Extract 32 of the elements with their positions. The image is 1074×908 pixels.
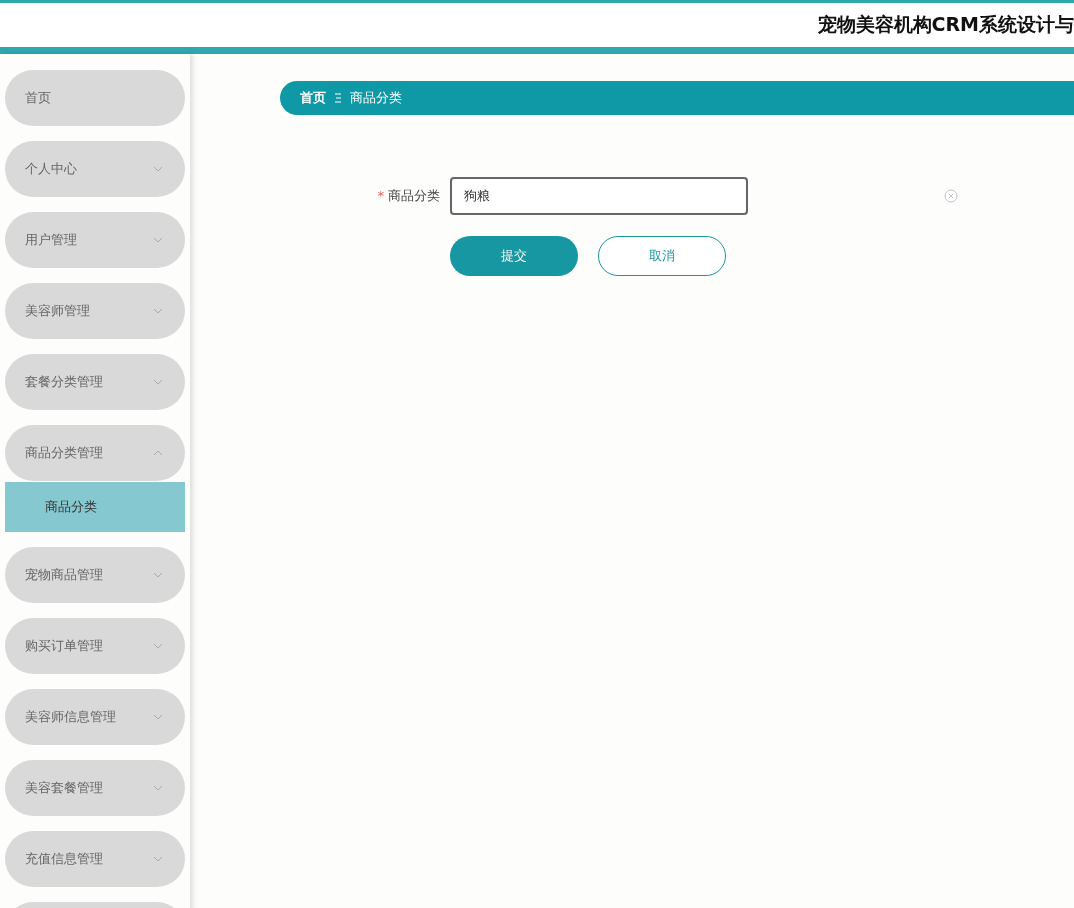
app-title: 宠物美容机构CRM系统设计与 [817,12,1074,37]
field-label: * 商品分类 [376,187,441,205]
required-mark: * [377,188,384,203]
clear-icon[interactable] [944,189,958,203]
sidebar-item[interactable]: 套餐分类管理 [5,354,185,410]
chevron-icon [153,643,163,649]
sidebar-item[interactable]: 购买订单管理 [5,618,185,674]
chevron-icon [153,379,163,385]
sidebar-item[interactable]: 美容师管理 [5,283,185,339]
sidebar-subitem[interactable]: 商品分类 [5,482,185,532]
chevron-icon [153,237,163,243]
chevron-icon [153,308,163,314]
chevron-icon [153,714,163,720]
separator-icon [334,93,342,103]
sidebar-item[interactable]: 用户管理 [5,212,185,268]
sidebar-item[interactable]: 商品分类管理 [5,425,185,481]
sidebar-item[interactable]: 美容套餐管理 [5,760,185,816]
sidebar-item[interactable]: 美容师信息管理 [5,689,185,745]
chevron-icon [153,856,163,862]
sidebar-item[interactable]: 个人中心 [5,141,185,197]
breadcrumb-link[interactable]: 首页 [300,89,326,107]
chevron-icon [153,450,163,456]
chevron-icon [153,166,163,172]
submit-button[interactable]: 提交 [450,236,578,276]
breadcrumb-link[interactable]: 商品分类 [350,89,402,107]
sidebar-item[interactable]: 宠物商品管理 [5,547,185,603]
chevron-icon [153,572,163,578]
cancel-button[interactable]: 取消 [598,236,726,276]
sidebar-item[interactable]: 首页 [5,70,185,126]
category-input[interactable]: 狗粮 [450,177,748,215]
chevron-icon [153,785,163,791]
sidebar-item[interactable]: 充值信息管理 [5,831,185,887]
